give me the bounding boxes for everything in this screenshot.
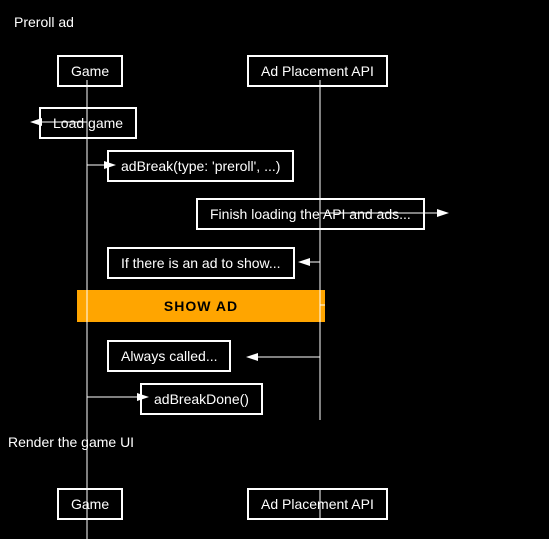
finish-loading-box: Finish loading the API and ads... — [196, 198, 425, 230]
show-ad-box: SHOW AD — [77, 290, 325, 322]
ad-placement-api-box-1: Ad Placement API — [247, 55, 388, 87]
preroll-label: Preroll ad — [14, 14, 74, 30]
adbreak-box: adBreak(type: 'preroll', ...) — [107, 150, 294, 182]
always-called-box: Always called... — [107, 340, 231, 372]
render-game-label: Render the game UI — [8, 434, 134, 450]
load-game-box: Load game — [39, 107, 137, 139]
if-ad-box: If there is an ad to show... — [107, 247, 295, 279]
ad-placement-api-box-2: Ad Placement API — [247, 488, 388, 520]
game-box-2: Game — [57, 488, 123, 520]
game-box-1: Game — [57, 55, 123, 87]
adbreakdone-box: adBreakDone() — [140, 383, 263, 415]
